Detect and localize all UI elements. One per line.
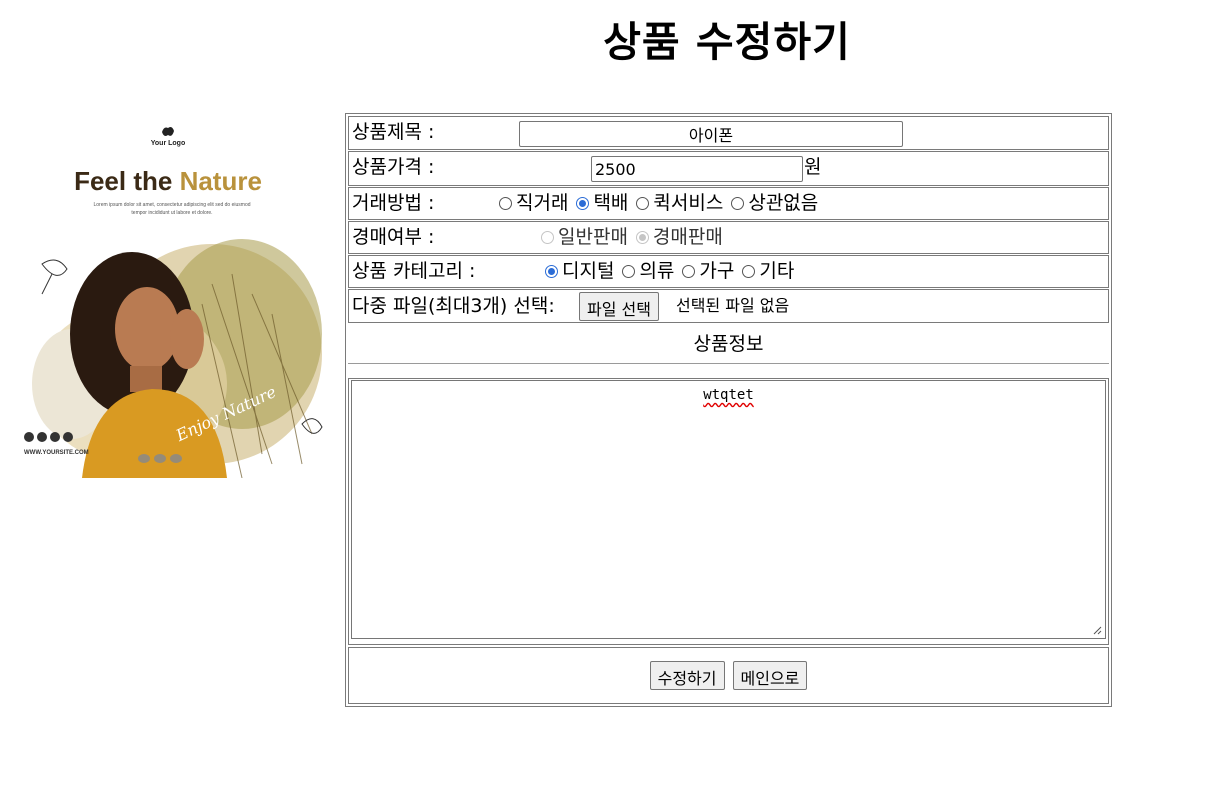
radio-button[interactable] [682,265,696,278]
divider [348,363,1109,364]
trade-option-label: 택배 [593,192,629,214]
file-row: 다중 파일(최대3개) 선택: 파일 선택 선택된 파일 없음 [348,289,1109,323]
file-label: 다중 파일(최대3개) 선택: [352,295,555,317]
category-option-label: 디지털 [562,260,615,282]
trade-options: 직거래 택배 퀵서비스 상관없음 [499,194,826,213]
promo-body: Lorem ipsum dolor sit amet, consectetur … [72,201,272,217]
promo-headline-part2: Nature [179,166,262,196]
trade-row: 거래방법 : 직거래 택배 퀵서비스 상관없음 [348,187,1109,220]
whatsapp-icon [63,432,73,442]
product-edit-form: 상품제목 : 상품가격 : 원 거래방법 : 직거래 택배 퀵서비스 상관없음 … [345,113,1112,707]
facebook-icon [37,432,47,442]
auction-option-label: 일반판매 [558,226,628,248]
promo-body-line1: Lorem ipsum dolor sit amet, consectetur … [93,202,251,208]
carousel-dot[interactable] [170,454,182,463]
promo-headline: Feel the Nature [12,166,324,197]
file-status: 선택된 파일 없음 [676,296,790,315]
main-button[interactable]: 메인으로 [732,661,808,690]
resize-handle-icon[interactable] [1092,625,1102,635]
category-label: 상품 카테고리 : [352,260,476,282]
trade-option-direct[interactable]: 직거래 [499,194,568,213]
trade-label: 거래방법 : [352,192,435,214]
carousel-dot[interactable] [138,454,150,463]
category-option-clothing[interactable]: 의류 [622,262,674,281]
promo-headline-part1: Feel the [74,166,180,196]
social-icons [24,432,73,442]
submit-button[interactable]: 수정하기 [649,661,725,690]
auction-option-label: 경매판매 [652,226,723,248]
action-row: 수정하기 메인으로 [348,647,1109,704]
radio-button[interactable] [541,231,554,244]
promo-website: WWW.YOURSITE.COM [24,450,89,456]
twitter-icon [50,432,60,442]
radio-button[interactable] [499,197,512,210]
trade-option-delivery[interactable]: 택배 [576,194,628,213]
trade-option-label: 상관없음 [748,192,819,214]
promo-artwork [32,239,323,478]
category-option-furniture[interactable]: 가구 [682,262,734,281]
trade-option-label: 직거래 [516,192,569,214]
radio-button[interactable] [622,265,636,278]
radio-button[interactable] [636,197,650,210]
title-row: 상품제목 : [348,116,1109,150]
page-title: 상품 수정하기 [603,18,851,66]
info-heading: 상품정보 [693,333,764,355]
auction-options: 일반판매 경매판매 [541,228,731,247]
description-text: wtqtet [703,387,754,403]
radio-button[interactable] [635,231,649,244]
category-option-digital[interactable]: 디지털 [545,262,614,281]
category-option-label: 의류 [639,260,675,282]
category-option-label: 기타 [759,260,795,282]
title-input[interactable] [519,121,903,147]
auction-label: 경매여부 : [352,226,435,248]
promo-body-line2: tempor incididunt ut labore et dolore. [131,210,213,216]
file-select-button[interactable]: 파일 선택 [579,292,659,321]
promo-logo-text: Your Logo [150,140,186,147]
promo-image: Your Logo Feel the Nature Lorem ipsum do… [12,104,324,478]
action-buttons: 수정하기 메인으로 [349,661,1108,690]
price-row: 상품가격 : 원 [348,151,1109,186]
auction-row: 경매여부 : 일반판매 경매판매 [348,221,1109,254]
trade-option-label: 퀵서비스 [653,192,724,214]
carousel-dot[interactable] [154,454,166,463]
auction-option-auction[interactable]: 경매판매 [635,226,723,248]
trade-option-quick[interactable]: 퀵서비스 [636,194,723,213]
description-textarea[interactable]: wtqtet [351,380,1106,639]
category-options: 디지털 의류 가구 기타 [545,262,802,281]
category-option-etc[interactable]: 기타 [742,262,794,281]
category-option-label: 가구 [699,260,735,282]
price-label: 상품가격 : [352,156,435,178]
trade-option-any[interactable]: 상관없음 [731,194,818,213]
title-label: 상품제목 : [352,121,435,143]
radio-button[interactable] [545,265,558,278]
price-unit: 원 [804,156,822,178]
carousel-dots [138,454,182,463]
category-row: 상품 카테고리 : 디지털 의류 가구 기타 [348,255,1109,288]
instagram-icon [24,432,34,442]
auction-option-normal[interactable]: 일반판매 [541,228,628,247]
price-input[interactable] [591,156,803,182]
description-row: wtqtet [348,378,1109,645]
radio-button[interactable] [576,197,590,210]
radio-button[interactable] [742,265,756,278]
radio-button[interactable] [731,197,745,210]
